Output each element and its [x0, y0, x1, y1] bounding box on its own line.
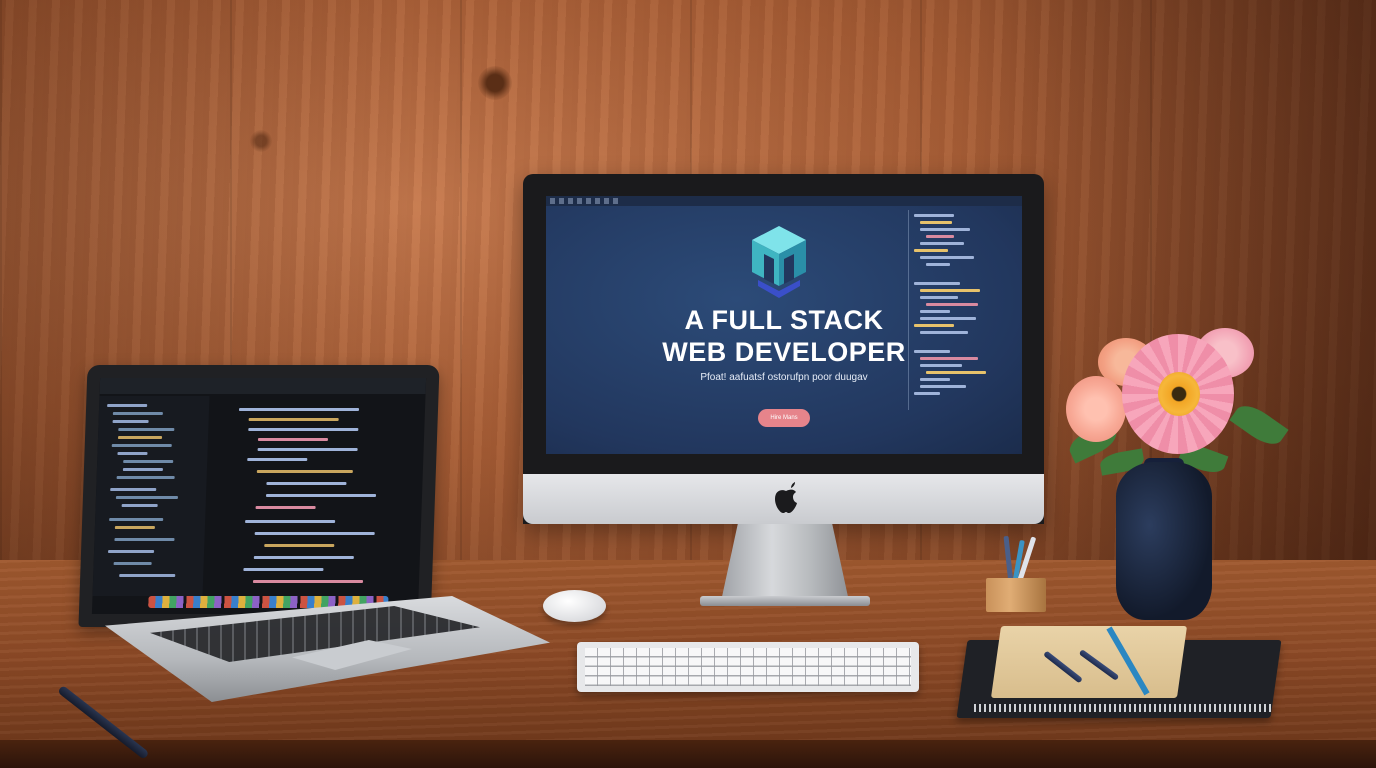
hero-title-line-1: A FULL STACK	[684, 305, 884, 335]
code-line	[926, 371, 986, 374]
imac-screen: A FULL STACK WEB DEVELOPER Pfoat! aafuat…	[546, 196, 1022, 454]
code-line	[111, 444, 172, 447]
hero-title: A FULL STACK WEB DEVELOPER	[646, 304, 922, 368]
code-line	[914, 249, 948, 252]
code-line	[920, 378, 950, 381]
code-line	[117, 436, 163, 439]
code-line	[920, 296, 958, 299]
code-line	[119, 574, 176, 577]
code-line	[112, 412, 163, 415]
laptop-toolbar	[99, 378, 427, 394]
code-line	[112, 420, 149, 423]
code-line	[265, 494, 377, 497]
code-line	[110, 488, 157, 491]
code-line	[116, 476, 175, 479]
code-line	[914, 350, 950, 353]
code-line	[248, 428, 359, 431]
desk-scene: A FULL STACK WEB DEVELOPER Pfoat! aafuat…	[0, 0, 1376, 768]
code-line	[926, 235, 954, 238]
code-line	[247, 458, 308, 461]
code-line	[920, 228, 970, 231]
code-line	[118, 428, 175, 431]
code-line	[914, 324, 954, 327]
apple-logo-icon	[775, 482, 797, 513]
flower-center	[1158, 372, 1200, 416]
code-line	[243, 568, 324, 571]
code-line	[245, 520, 336, 523]
code-panel	[906, 210, 1022, 406]
mouse	[543, 590, 606, 622]
code-line	[123, 460, 174, 463]
code-line	[920, 289, 980, 292]
flower	[1066, 376, 1126, 442]
laptop-screen	[91, 378, 427, 614]
code-line	[107, 404, 148, 407]
code-line	[266, 482, 347, 485]
code-line	[920, 256, 974, 259]
code-line	[920, 317, 976, 320]
code-line	[926, 303, 978, 306]
code-line	[926, 263, 950, 266]
code-line	[257, 438, 329, 441]
vase	[1116, 462, 1212, 620]
hero-subtitle: Pfoat! aafuatsf ostorufpn poor duugav	[700, 372, 868, 383]
hero-cta-button[interactable]: Hire Mans	[758, 409, 810, 427]
code-line	[252, 580, 364, 583]
imac-stand	[720, 522, 850, 606]
code-line	[914, 214, 954, 217]
imac-foot	[700, 596, 870, 606]
code-line	[108, 550, 155, 553]
code-line	[256, 470, 353, 473]
code-line	[114, 526, 155, 529]
code-line	[109, 518, 164, 521]
desk-edge	[0, 740, 1376, 768]
code-line	[117, 452, 148, 455]
code-line	[914, 282, 960, 285]
code-line	[238, 408, 360, 411]
code-line	[255, 506, 316, 509]
code-line	[264, 544, 335, 547]
code-line	[113, 562, 152, 565]
code-line	[914, 392, 940, 395]
code-line	[114, 538, 175, 541]
code-line	[920, 221, 952, 224]
code-line	[920, 364, 962, 367]
toolbar-icons	[550, 198, 620, 204]
code-line	[920, 357, 978, 360]
code-line	[122, 468, 163, 471]
code-line	[257, 448, 358, 451]
notebook-spiral	[974, 704, 1274, 712]
code-line	[920, 385, 966, 388]
browser-toolbar	[546, 196, 1022, 206]
cube-logo-icon	[752, 226, 806, 298]
pencil-holder	[986, 578, 1046, 612]
code-line	[115, 496, 178, 499]
code-line	[920, 242, 964, 245]
code-line	[920, 310, 950, 313]
keyboard-keys	[585, 648, 911, 686]
code-line	[253, 556, 354, 559]
code-line	[121, 504, 158, 507]
code-line	[254, 532, 375, 535]
hero-title-line-2: WEB DEVELOPER	[662, 337, 906, 367]
code-line	[248, 418, 339, 421]
code-line	[920, 331, 968, 334]
